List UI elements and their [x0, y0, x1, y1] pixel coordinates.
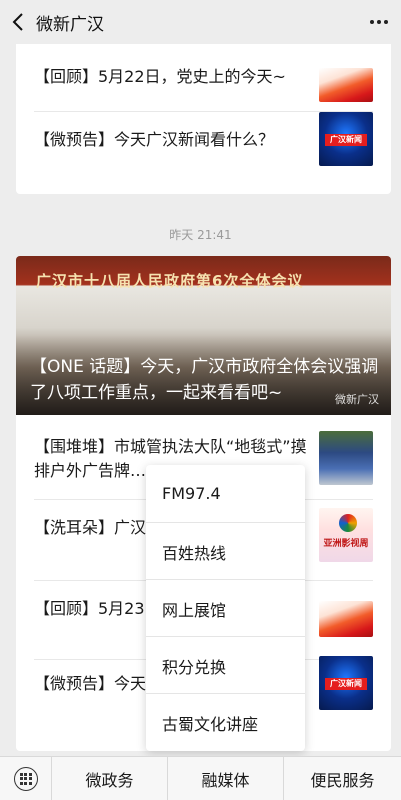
- menu-popup: FM97.4 百姓热线 网上展馆 积分兑换 古蜀文化讲座: [146, 465, 305, 751]
- more-dot-icon: [384, 20, 388, 24]
- more-dot-icon: [370, 20, 374, 24]
- account-title: 微新广汉: [36, 14, 104, 35]
- thumbnail-label: 亚洲影视周: [323, 539, 369, 549]
- chevron-left-icon: [12, 13, 23, 31]
- more-button[interactable]: [369, 12, 389, 32]
- top-bar: 微新广汉: [0, 0, 401, 44]
- menu-item-exhibition[interactable]: 网上展馆: [146, 580, 305, 637]
- article-thumbnail: 广汉新闻: [319, 656, 373, 710]
- more-dot-icon: [377, 20, 381, 24]
- menu-item-hotline[interactable]: 百姓热线: [146, 523, 305, 580]
- article-title: 【回顾】5月22日，党史上的今天~: [34, 67, 286, 86]
- menu-item-points[interactable]: 积分兑换: [146, 637, 305, 694]
- article-thumbnail: 亚洲影视周: [319, 508, 373, 562]
- menu-item-lecture[interactable]: 古蜀文化讲座: [146, 694, 305, 751]
- menu-tab-services[interactable]: 便民服务: [284, 757, 401, 800]
- article-card-previous: 【回顾】5月22日，党史上的今天~ 【微预告】今天广汉新闻看什么？ 广汉新闻: [16, 44, 391, 194]
- back-button[interactable]: [0, 0, 36, 44]
- list-item[interactable]: 【微预告】今天广汉新闻看什么？ 广汉新闻: [16, 112, 391, 194]
- message-timestamp: 昨天 21:41: [169, 228, 232, 242]
- banner-source: 微新广汉: [335, 393, 379, 406]
- keyboard-icon: [13, 766, 38, 791]
- menu-tab-government[interactable]: 微政务: [52, 756, 168, 800]
- menu-tab-media[interactable]: 融媒体: [168, 756, 284, 800]
- bottom-menu-bar: 微政务 融媒体 便民服务: [0, 756, 401, 800]
- thumbnail-label: 广汉新闻: [325, 134, 367, 146]
- article-title: 【微预告】今天广汉新闻看什么？: [34, 130, 275, 149]
- article-thumbnail: [319, 431, 373, 485]
- film-logo-icon: [339, 514, 357, 532]
- menu-item-fm[interactable]: FM97.4: [146, 465, 305, 522]
- thumbnail-label: 广汉新闻: [325, 678, 367, 690]
- article-thumbnail: 广汉新闻: [319, 112, 373, 166]
- banner-image-caption: 广汉市十八届人民政府第6次全体会议: [36, 272, 304, 290]
- list-item[interactable]: 【回顾】5月22日，党史上的今天~: [16, 44, 391, 112]
- article-thumbnail: [319, 601, 373, 637]
- lead-article-title: 【ONE 话题】今天，广汉市政府全体会议强调了八项工作重点，一起来看看吧~: [30, 357, 379, 403]
- article-thumbnail: [319, 68, 373, 102]
- keyboard-toggle-button[interactable]: [0, 756, 52, 800]
- lead-article-banner[interactable]: 广汉市十八届人民政府第6次全体会议 【ONE 话题】今天，广汉市政府全体会议强调…: [16, 256, 391, 415]
